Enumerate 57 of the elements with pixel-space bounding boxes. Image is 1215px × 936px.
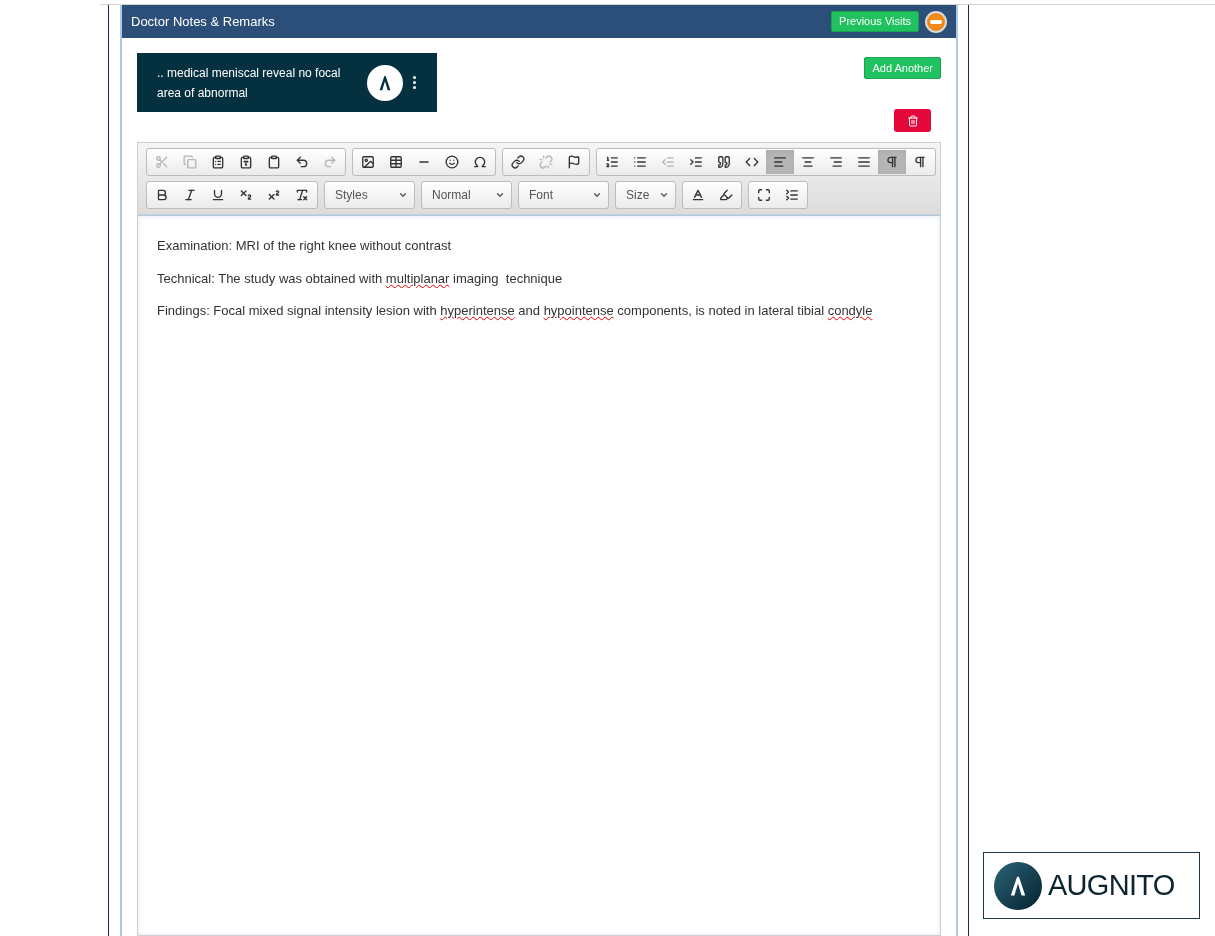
caret-icon	[592, 190, 602, 200]
toolbar-dropdown[interactable]: Font	[518, 181, 609, 209]
clipboard-icon	[267, 155, 281, 169]
indent-icon	[689, 155, 703, 169]
caret-icon	[495, 190, 505, 200]
align-left-icon	[773, 155, 787, 169]
editor-paragraph: Findings: Focal mixed signal intensity lesion with hyperintense and hypointense components, is noted in lateral tibial condyle	[157, 302, 874, 320]
dictation-text: .. medical meniscal reveal no focal area of abnormal	[157, 64, 342, 102]
scissors-icon	[155, 155, 169, 169]
numbered-list-icon	[605, 155, 619, 169]
align-right-icon	[829, 155, 843, 169]
unlink-icon	[539, 155, 553, 169]
collapse-icon[interactable]	[925, 10, 947, 33]
caret-icon	[659, 190, 669, 200]
copy-icon	[183, 155, 197, 169]
align-center-icon	[801, 155, 815, 169]
code-icon	[745, 155, 759, 169]
more-icon[interactable]	[413, 76, 416, 89]
undo-icon	[295, 155, 309, 169]
clear-format-icon	[295, 188, 309, 202]
italic-icon	[183, 188, 197, 202]
image-icon	[361, 155, 375, 169]
maximize-icon	[757, 188, 771, 202]
redo-icon	[323, 155, 337, 169]
omega-icon	[473, 155, 487, 169]
pilcrow-icon	[913, 155, 927, 169]
align-justify-icon	[857, 155, 871, 169]
clipboard-text-icon	[239, 155, 253, 169]
toolbar-dropdown[interactable]: Size	[615, 181, 676, 209]
outdent-icon	[661, 155, 675, 169]
table-icon	[389, 155, 403, 169]
bullet-list-icon	[633, 155, 647, 169]
delete-button[interactable]	[894, 109, 931, 132]
text-color-icon	[691, 188, 705, 202]
logo-icon	[367, 64, 403, 101]
pilcrow-icon	[885, 155, 899, 169]
link-icon	[511, 155, 525, 169]
toolbar-dropdown[interactable]: Normal	[421, 181, 512, 209]
smiley-icon	[445, 155, 459, 169]
caret-icon	[398, 190, 408, 200]
panel-title: Doctor Notes & Remarks	[131, 12, 276, 31]
flag-icon	[567, 155, 581, 169]
clipboard-icon	[211, 155, 225, 169]
logo-text: AUGNITO	[1048, 867, 1175, 903]
superscript-icon	[267, 188, 281, 202]
trash-icon	[906, 114, 919, 127]
logo-icon	[994, 861, 1042, 910]
toolbar-button[interactable]	[878, 150, 906, 174]
underline-icon	[211, 188, 225, 202]
show-blocks-icon	[785, 188, 799, 202]
quote-icon	[717, 155, 731, 169]
highlight-icon	[719, 188, 733, 202]
editor-paragraph: Technical: The study was obtained with multiplanar imaging technique	[157, 269, 564, 288]
bold-icon	[155, 188, 169, 202]
editor-paragraph: Examination: MRI of the right knee without contrast	[157, 237, 453, 255]
subscript-icon	[239, 188, 253, 202]
toolbar-dropdown[interactable]: Styles	[324, 181, 415, 209]
